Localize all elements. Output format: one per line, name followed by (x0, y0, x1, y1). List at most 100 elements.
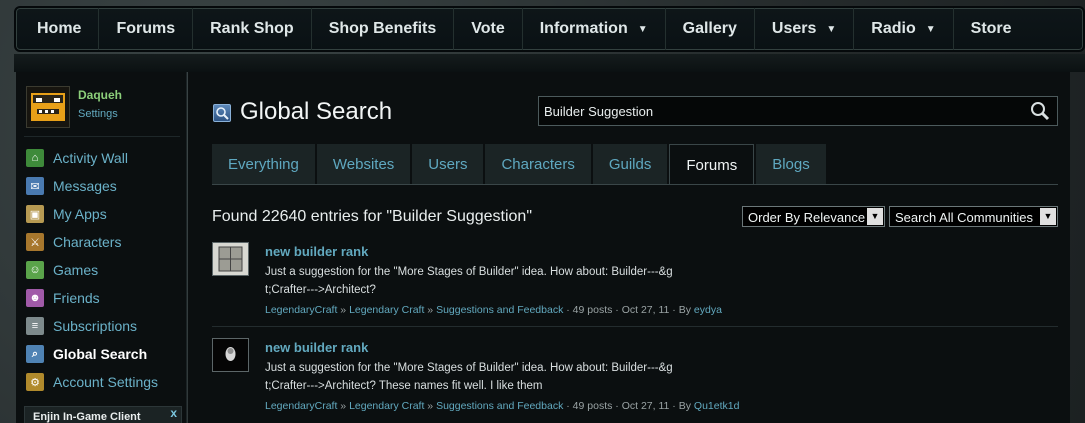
user-settings-link[interactable]: Settings (78, 108, 118, 120)
nav-forums[interactable]: Forums (99, 8, 194, 50)
search-tabs: Everything Websites Users Characters Gui… (212, 144, 828, 185)
tab-websites[interactable]: Websites (316, 144, 411, 184)
tab-divider (212, 184, 1058, 185)
user-name[interactable]: Daqueh (78, 88, 122, 102)
divider (212, 326, 1058, 327)
search-box (538, 96, 1058, 126)
author-link[interactable]: eydya (694, 304, 722, 316)
top-navigation: Home Forums Rank Shop Shop Benefits Vote… (14, 6, 1085, 52)
community-link[interactable]: LegendaryCraft (265, 400, 337, 412)
sidebar-item-characters[interactable]: ⚔ Characters (26, 228, 186, 256)
post-date: Oct 27, 11 (621, 400, 670, 412)
site-link[interactable]: Legendary Craft (349, 304, 424, 316)
search-input[interactable] (539, 97, 1019, 125)
result-snippet: Just a suggestion for the "More Stages o… (265, 362, 673, 392)
sidebar-item-label: My Apps (53, 206, 107, 222)
sidebar-item-label: Account Settings (53, 374, 159, 390)
post-count: 49 posts (572, 304, 613, 316)
nav-vote[interactable]: Vote (454, 8, 523, 50)
nav-shop-benefits[interactable]: Shop Benefits (312, 8, 455, 50)
result-meta: LegendaryCraft » Legendary Craft » Sugge… (265, 400, 740, 412)
home-icon: ⌂ (26, 149, 44, 167)
search-icon[interactable] (1029, 101, 1051, 121)
result-title[interactable]: new builder rank (265, 244, 368, 259)
by-label: By (678, 304, 691, 316)
nav-gallery[interactable]: Gallery (666, 8, 755, 50)
client-label: Enjin In-Game Client (33, 411, 141, 423)
search-icon: ⌕ (26, 345, 44, 363)
sidebar-item-label: Friends (53, 290, 100, 306)
gamepad-icon: ☺ (26, 261, 44, 279)
sidebar-item-label: Messages (53, 178, 117, 194)
nav-users[interactable]: Users ▼ (755, 8, 855, 50)
search-result: new builder rank Just a suggestion for t… (212, 338, 1058, 423)
nav-store[interactable]: Store (954, 8, 1029, 50)
sidebar-item-my-apps[interactable]: ▣ My Apps (26, 200, 186, 228)
apps-icon: ▣ (26, 205, 44, 223)
tab-everything[interactable]: Everything (212, 144, 315, 184)
author-link[interactable]: Qu1etk1d (694, 400, 740, 412)
sidebar-item-games[interactable]: ☺ Games (26, 256, 186, 284)
post-count: 49 posts (572, 400, 613, 412)
sidebar-menu: ⌂ Activity Wall ✉ Messages ▣ My Apps ⚔ C… (26, 144, 186, 396)
subscriptions-icon: ≡ (26, 317, 44, 335)
tab-forums[interactable]: Forums (669, 144, 755, 185)
forum-link[interactable]: Suggestions and Feedback (436, 400, 563, 412)
sidebar-item-messages[interactable]: ✉ Messages (26, 172, 186, 200)
main-content: Global Search Everything Websites Users … (188, 72, 1070, 423)
crest-icon (213, 243, 248, 275)
chevron-down-icon: ▼ (925, 23, 936, 35)
sidebar-item-label: Global Search (53, 346, 148, 362)
result-snippet: Just a suggestion for the "More Stages o… (265, 266, 673, 296)
forum-thumbnail[interactable] (212, 338, 249, 372)
avatar-image (27, 87, 69, 127)
close-icon[interactable]: x (170, 406, 177, 420)
site-link[interactable]: Legendary Craft (349, 400, 424, 412)
results-count: Found 22640 entries for "Builder Suggest… (212, 208, 533, 225)
sidebar-item-label: Characters (53, 234, 122, 250)
scope-select[interactable]: Search All Communities ▼ (889, 206, 1058, 227)
sword-icon: ⚔ (26, 233, 44, 251)
search-result: new builder rank Just a suggestion for t… (212, 242, 1058, 328)
search-page-icon (213, 104, 231, 122)
order-select[interactable]: Order By Relevance ▼ (742, 206, 885, 227)
result-title[interactable]: new builder rank (265, 340, 368, 355)
chevron-down-icon: ▼ (637, 23, 648, 35)
gear-icon: ⚙ (26, 373, 44, 391)
sidebar-item-activity-wall[interactable]: ⌂ Activity Wall (26, 144, 186, 172)
ghost-icon (213, 339, 248, 371)
scope-select-value: Search All Communities (895, 210, 1033, 225)
sidebar-item-subscriptions[interactable]: ≡ Subscriptions (26, 312, 186, 340)
sidebar: Daqueh Settings ⌂ Activity Wall ✉ Messag… (16, 72, 187, 423)
nav-radio[interactable]: Radio ▼ (854, 8, 954, 50)
forum-thumbnail[interactable] (212, 242, 249, 276)
sidebar-item-account-settings[interactable]: ⚙ Account Settings (26, 368, 186, 396)
in-game-client-bar[interactable]: Enjin In-Game Client x (24, 406, 182, 423)
order-select-value: Order By Relevance (748, 210, 866, 225)
envelope-icon: ✉ (26, 177, 44, 195)
chevron-down-icon: ▼ (826, 23, 837, 35)
chevron-down-icon: ▼ (867, 208, 883, 225)
post-date: Oct 27, 11 (621, 304, 670, 316)
nav-home[interactable]: Home (20, 8, 100, 50)
tab-users[interactable]: Users (412, 144, 484, 184)
tab-characters[interactable]: Characters (485, 144, 591, 184)
sidebar-item-global-search[interactable]: ⌕ Global Search (26, 340, 186, 368)
avatar[interactable] (26, 86, 70, 128)
sidebar-item-friends[interactable]: ☻ Friends (26, 284, 186, 312)
nav-information[interactable]: Information ▼ (523, 8, 666, 50)
divider (24, 136, 180, 137)
magnifier-glyph (1031, 102, 1050, 121)
nav-rank-shop[interactable]: Rank Shop (193, 8, 312, 50)
header-strip (14, 54, 1085, 72)
friends-icon: ☻ (26, 289, 44, 307)
tab-guilds[interactable]: Guilds (592, 144, 668, 184)
chevron-down-icon: ▼ (1040, 208, 1056, 225)
magnifier-glyph (216, 107, 229, 120)
forum-link[interactable]: Suggestions and Feedback (436, 304, 563, 316)
community-link[interactable]: LegendaryCraft (265, 304, 337, 316)
sidebar-item-label: Subscriptions (53, 318, 138, 334)
sidebar-item-label: Activity Wall (53, 150, 128, 166)
tab-blogs[interactable]: Blogs (756, 144, 826, 184)
user-box: Daqueh Settings (26, 86, 176, 132)
